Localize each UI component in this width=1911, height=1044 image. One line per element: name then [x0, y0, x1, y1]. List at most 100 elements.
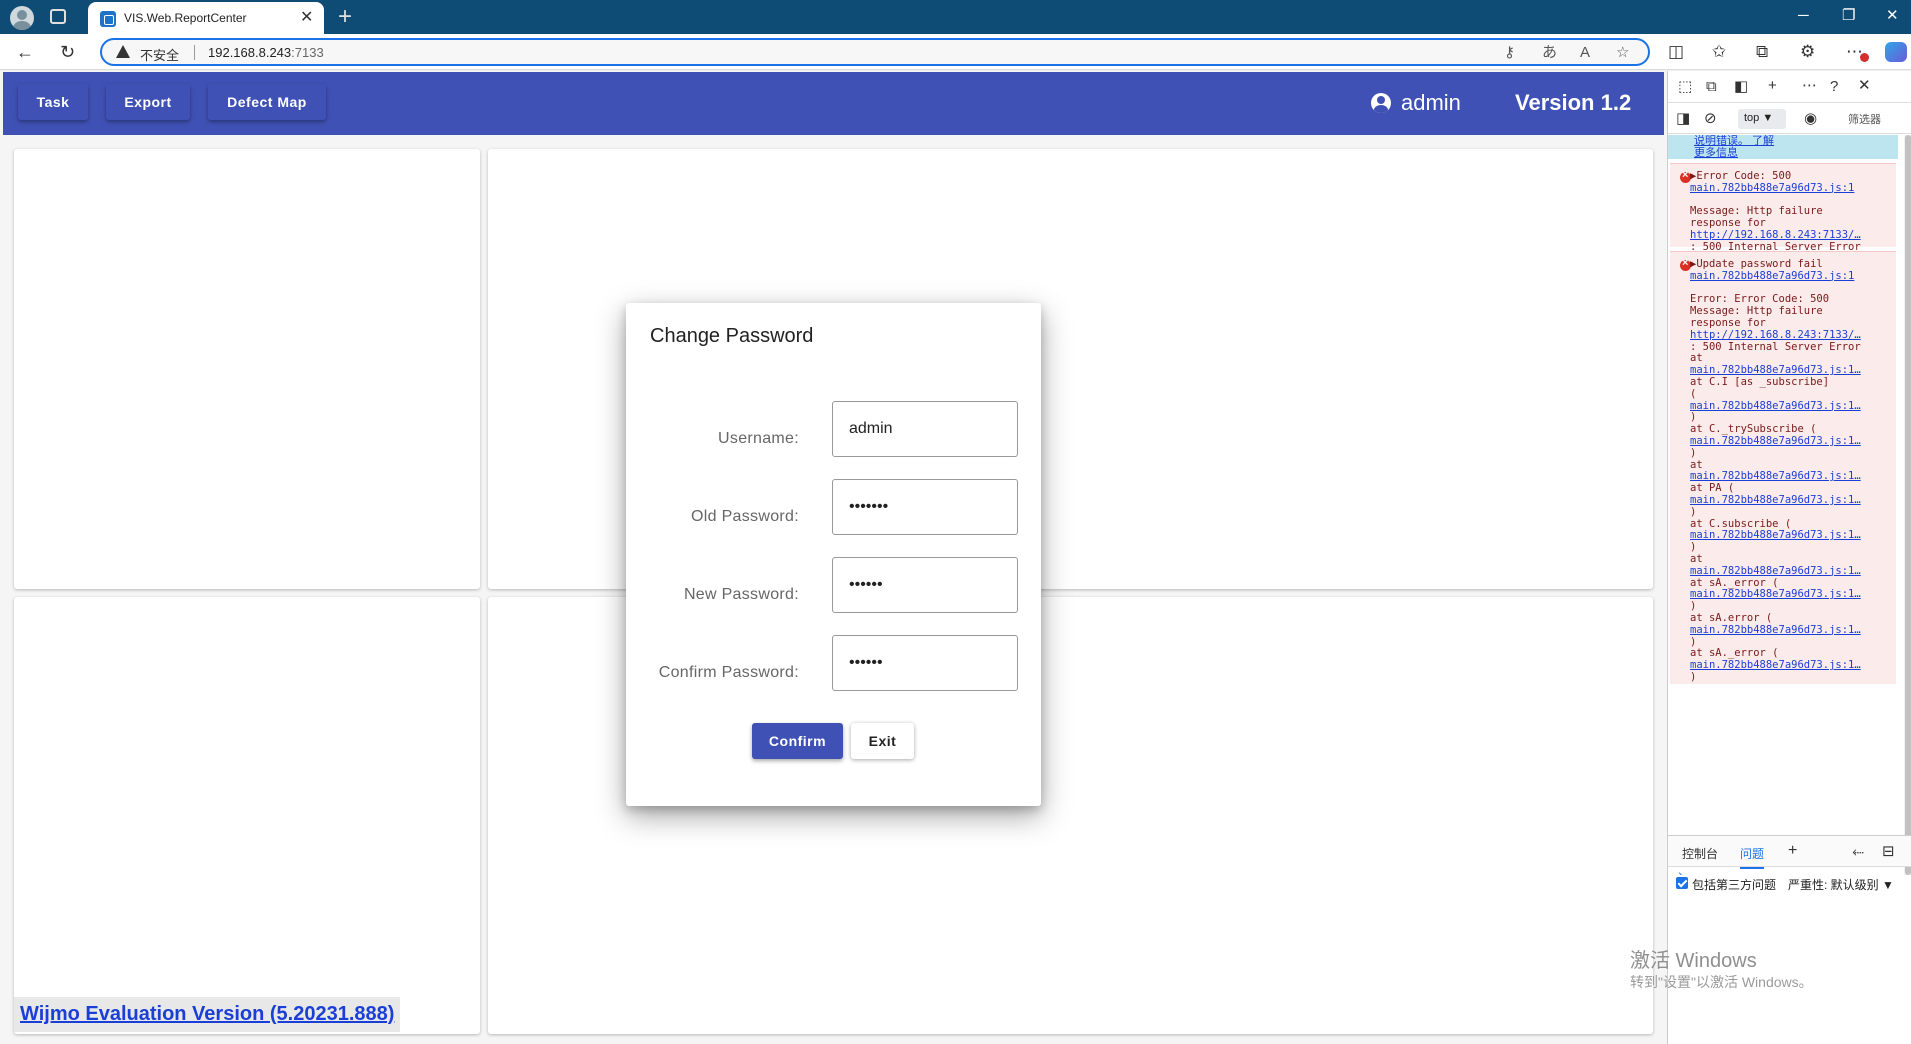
console-source-link[interactable]: main.782bb488e7a96d73.js:1: [1690, 270, 1890, 282]
url-text[interactable]: 192.168.8.243:7133: [208, 45, 324, 60]
new-password-input[interactable]: [832, 557, 1018, 613]
console-source-link[interactable]: main.782bb488e7a96d73.js:1…: [1690, 494, 1890, 506]
maximize-icon[interactable]: ❐: [1842, 6, 1855, 26]
copilot-icon[interactable]: [1885, 42, 1907, 62]
console-source-link[interactable]: main.782bb488e7a96d73.js:1…: [1690, 565, 1890, 577]
console-error-1: ▶Error Code: 500 main.782bb488e7a96d73.j…: [1670, 163, 1896, 253]
console-line: at PA (: [1690, 482, 1735, 495]
context-selector[interactable]: top ▼: [1738, 109, 1786, 129]
profile-avatar-icon[interactable]: [10, 6, 34, 30]
help-icon[interactable]: ?: [1830, 78, 1838, 96]
old-password-input[interactable]: [832, 479, 1018, 535]
new-tab-icon[interactable]: +: [338, 3, 352, 31]
read-aloud-icon[interactable]: A: [1580, 44, 1590, 62]
windows-activation-subtitle: 转到"设置"以激活 Windows。: [1630, 974, 1813, 990]
username-input[interactable]: [832, 401, 1018, 457]
console-source-link[interactable]: main.782bb488e7a96d73.js:1…: [1690, 400, 1890, 412]
inspect-icon[interactable]: ⬚: [1678, 78, 1692, 96]
issues-filter-bar: 包括第三方问题 严重性: 默认级别 ▼: [1668, 869, 1911, 899]
console-source-link[interactable]: main.782bb488e7a96d73.js:1…: [1690, 435, 1890, 447]
console-source-link[interactable]: main.782bb488e7a96d73.js:1…: [1690, 529, 1890, 541]
nav-defect-map-button[interactable]: Defect Map: [208, 84, 326, 120]
console-info-message: 说明错误。 了解 更多信息: [1668, 135, 1898, 159]
drawer-undock-icon[interactable]: ⬸: [1852, 843, 1864, 861]
console-line: at sA.error (: [1690, 612, 1773, 624]
device-toggle-icon[interactable]: ⧉: [1706, 78, 1717, 96]
back-icon[interactable]: ←: [16, 42, 34, 62]
user-account-icon[interactable]: [1371, 93, 1391, 113]
confirm-button[interactable]: Confirm: [752, 723, 843, 759]
console-source-link[interactable]: main.782bb488e7a96d73.js:1…: [1690, 624, 1890, 636]
site-favicon-icon: [100, 11, 116, 27]
nav-export-button[interactable]: Export: [106, 84, 190, 120]
drawer-add-icon[interactable]: +: [1788, 842, 1797, 860]
console-line: ): [1690, 505, 1697, 518]
console-line: (: [1690, 387, 1697, 400]
favorite-icon[interactable]: ☆: [1616, 44, 1629, 62]
exit-button[interactable]: Exit: [851, 723, 914, 759]
add-tool-icon[interactable]: +: [1768, 77, 1777, 95]
console-line: ): [1690, 446, 1697, 459]
console-line: response for: [1690, 317, 1766, 329]
console-line: ▶Update password fail: [1690, 258, 1823, 270]
drawer-toggle-icon[interactable]: ⊟: [1882, 843, 1895, 861]
console-line: ▶Error Code: 500: [1690, 170, 1792, 182]
change-password-dialog: Change Password Username: Old Password: …: [626, 303, 1041, 806]
console-source-link[interactable]: http://192.168.8.243:7133/…: [1690, 229, 1890, 241]
console-source-link[interactable]: http://192.168.8.243:7133/…: [1690, 329, 1890, 341]
split-screen-icon[interactable]: ◫: [1668, 42, 1684, 62]
devtools-more-icon[interactable]: ⋯: [1802, 77, 1817, 95]
console-output: 说明错误。 了解 更多信息 ▶Error Code: 500 main.782b…: [1668, 135, 1904, 875]
live-expression-icon[interactable]: ◉: [1804, 110, 1817, 128]
minimize-icon[interactable]: ─: [1798, 6, 1809, 26]
console-scrollbar-thumb[interactable]: [1905, 135, 1911, 875]
key-icon[interactable]: ⚷: [1504, 44, 1515, 62]
info-line-2[interactable]: 更多信息: [1694, 147, 1738, 159]
url-host: 192.168.8.243: [208, 45, 292, 60]
info-line-1[interactable]: 说明错误。 了解: [1694, 135, 1774, 147]
favorites-icon[interactable]: ✩: [1712, 42, 1726, 62]
console-source-link[interactable]: main.782bb488e7a96d73.js:1…: [1690, 659, 1890, 671]
nav-task-button[interactable]: Task: [18, 84, 88, 120]
window-close-icon[interactable]: ✕: [1886, 6, 1899, 26]
old-password-label: Old Password:: [691, 508, 799, 525]
console-source-link[interactable]: main.782bb488e7a96d73.js:1: [1690, 182, 1890, 194]
filter-input[interactable]: 筛选器: [1848, 111, 1881, 127]
warning-icon[interactable]: [116, 45, 130, 58]
tab-close-icon[interactable]: ✕: [300, 8, 313, 28]
console-scrollbar[interactable]: [1904, 135, 1911, 875]
third-party-label: 包括第三方问题: [1692, 878, 1777, 892]
screen: VIS.Web.ReportCenter ✕ + ─ ❐ ✕ ← ↻ 不安全 1…: [0, 0, 1911, 1044]
console-line: ): [1690, 671, 1697, 683]
windows-activation-title: 激活 Windows: [1630, 950, 1757, 972]
third-party-checkbox[interactable]: [1676, 877, 1688, 889]
user-name[interactable]: admin: [1401, 90, 1461, 116]
drawer-tab-console[interactable]: 控制台: [1682, 845, 1718, 862]
confirm-password-input[interactable]: [832, 635, 1018, 691]
clear-console-icon[interactable]: ⊘: [1704, 110, 1717, 128]
console-line: : 500 Internal Server Error: [1690, 340, 1861, 353]
console-line: Message: Http failure: [1690, 205, 1823, 218]
collections-icon[interactable]: ⧉: [1756, 42, 1768, 62]
translate-icon[interactable]: あ: [1542, 44, 1557, 62]
refresh-icon[interactable]: ↻: [60, 42, 75, 62]
dock-icon[interactable]: ◧: [1734, 78, 1748, 96]
wijmo-evaluation-link[interactable]: Wijmo Evaluation Version (5.20231.888): [14, 997, 401, 1032]
extensions-icon[interactable]: ⚙: [1800, 42, 1815, 62]
sidebar-toggle-icon[interactable]: ◨: [1676, 110, 1690, 128]
console-line: ): [1690, 600, 1697, 613]
drawer-tab-issues[interactable]: 问题: [1740, 845, 1765, 869]
tab-actions-icon[interactable]: [50, 9, 66, 24]
devtools-close-icon[interactable]: ✕: [1858, 77, 1871, 95]
console-toolbar: ◨ ⊘ top ▼ ◉ 筛选器: [1668, 104, 1911, 134]
insecure-label[interactable]: 不安全: [140, 45, 179, 64]
address-bar[interactable]: 不安全 192.168.8.243:7133 ⚷ あ A ☆: [100, 38, 1650, 66]
panel-bottom-left: [14, 597, 480, 1034]
severity-select[interactable]: 严重性: 默认级别 ▼: [1788, 876, 1894, 893]
console-line: ): [1690, 411, 1697, 424]
console-line: ): [1690, 635, 1697, 648]
console-source-link[interactable]: main.782bb488e7a96d73.js:1…: [1690, 470, 1890, 482]
console-source-link[interactable]: main.782bb488e7a96d73.js:1…: [1690, 588, 1890, 600]
browser-tab-active[interactable]: VIS.Web.ReportCenter ✕: [88, 2, 324, 34]
console-source-link[interactable]: main.782bb488e7a96d73.js:1…: [1690, 364, 1890, 376]
